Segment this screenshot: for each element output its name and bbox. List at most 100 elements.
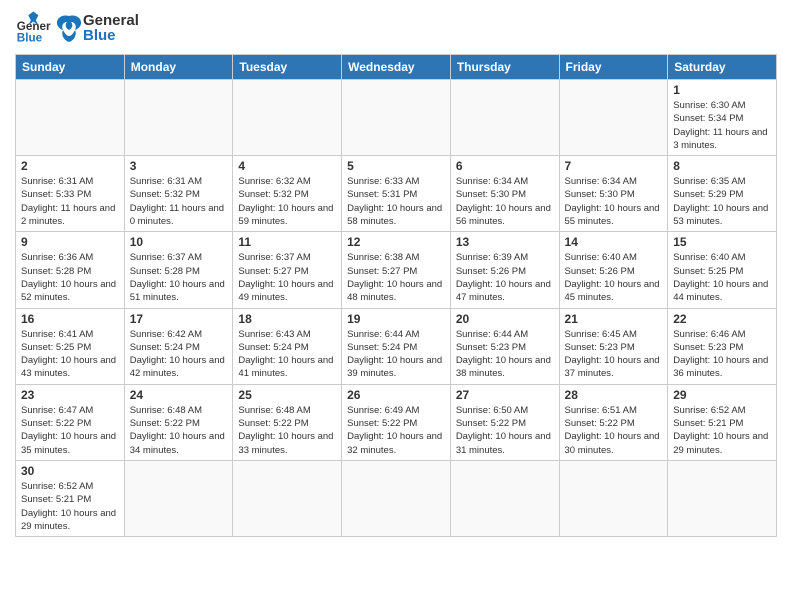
day-number: 29 <box>673 388 771 402</box>
calendar-cell <box>233 80 342 156</box>
day-info: Sunrise: 6:38 AM Sunset: 5:27 PM Dayligh… <box>347 251 445 304</box>
calendar-cell <box>668 460 777 536</box>
day-number: 11 <box>238 235 336 249</box>
calendar-cell: 17 Sunrise: 6:42 AM Sunset: 5:24 PM Dayli… <box>124 308 233 384</box>
day-info: Sunrise: 6:37 AM Sunset: 5:28 PM Dayligh… <box>130 251 228 304</box>
day-number: 23 <box>21 388 119 402</box>
svg-text:Blue: Blue <box>17 32 43 45</box>
calendar-cell <box>450 80 559 156</box>
calendar-cell: 8 Sunrise: 6:35 AM Sunset: 5:29 PM Daylig… <box>668 156 777 232</box>
weekday-header-sunday: Sunday <box>16 55 125 80</box>
day-number: 22 <box>673 312 771 326</box>
calendar-cell <box>559 460 668 536</box>
calendar-cell: 15 Sunrise: 6:40 AM Sunset: 5:25 PM Dayli… <box>668 232 777 308</box>
calendar-cell: 6 Sunrise: 6:34 AM Sunset: 5:30 PM Daylig… <box>450 156 559 232</box>
calendar-cell <box>342 460 451 536</box>
day-info: Sunrise: 6:52 AM Sunset: 5:21 PM Dayligh… <box>673 404 771 457</box>
calendar-cell: 30Sunrise: 6:52 AM Sunset: 5:21 PM Dayli… <box>16 460 125 536</box>
weekday-header-friday: Friday <box>559 55 668 80</box>
day-info: Sunrise: 6:49 AM Sunset: 5:22 PM Dayligh… <box>347 404 445 457</box>
weekday-header-row: SundayMondayTuesdayWednesdayThursdayFrid… <box>16 55 777 80</box>
calendar-cell: 19Sunrise: 6:44 AM Sunset: 5:24 PM Dayli… <box>342 308 451 384</box>
calendar-cell: 24 Sunrise: 6:48 AM Sunset: 5:22 PM Dayli… <box>124 384 233 460</box>
day-info: Sunrise: 6:34 AM Sunset: 5:30 PM Dayligh… <box>456 175 554 228</box>
calendar-cell: 29 Sunrise: 6:52 AM Sunset: 5:21 PM Dayli… <box>668 384 777 460</box>
day-info: Sunrise: 6:48 AM Sunset: 5:22 PM Dayligh… <box>238 404 336 457</box>
calendar-week-row: 16 Sunrise: 6:41 AM Sunset: 5:25 PM Dayli… <box>16 308 777 384</box>
calendar-week-row: 9Sunrise: 6:36 AM Sunset: 5:28 PM Daylig… <box>16 232 777 308</box>
logo-bird-icon <box>55 12 83 44</box>
day-info: Sunrise: 6:51 AM Sunset: 5:22 PM Dayligh… <box>565 404 663 457</box>
calendar-cell: 26Sunrise: 6:49 AM Sunset: 5:22 PM Dayli… <box>342 384 451 460</box>
day-info: Sunrise: 6:35 AM Sunset: 5:29 PM Dayligh… <box>673 175 771 228</box>
day-number: 30 <box>21 464 119 478</box>
calendar-cell <box>450 460 559 536</box>
day-info: Sunrise: 6:41 AM Sunset: 5:25 PM Dayligh… <box>21 328 119 381</box>
weekday-header-saturday: Saturday <box>668 55 777 80</box>
weekday-header-thursday: Thursday <box>450 55 559 80</box>
day-info: Sunrise: 6:44 AM Sunset: 5:23 PM Dayligh… <box>456 328 554 381</box>
calendar-cell <box>124 460 233 536</box>
logo: General Blue General Blue <box>15 10 139 46</box>
calendar-cell: 14Sunrise: 6:40 AM Sunset: 5:26 PM Dayli… <box>559 232 668 308</box>
day-number: 12 <box>347 235 445 249</box>
calendar-cell: 1 Sunrise: 6:30 AM Sunset: 5:34 PM Daylig… <box>668 80 777 156</box>
day-number: 2 <box>21 159 119 173</box>
day-number: 17 <box>130 312 228 326</box>
day-info: Sunrise: 6:46 AM Sunset: 5:23 PM Dayligh… <box>673 328 771 381</box>
day-number: 16 <box>21 312 119 326</box>
calendar-cell: 13 Sunrise: 6:39 AM Sunset: 5:26 PM Dayli… <box>450 232 559 308</box>
day-info: Sunrise: 6:42 AM Sunset: 5:24 PM Dayligh… <box>130 328 228 381</box>
day-info: Sunrise: 6:50 AM Sunset: 5:22 PM Dayligh… <box>456 404 554 457</box>
calendar-cell: 18Sunrise: 6:43 AM Sunset: 5:24 PM Dayli… <box>233 308 342 384</box>
calendar-cell: 10 Sunrise: 6:37 AM Sunset: 5:28 PM Dayli… <box>124 232 233 308</box>
calendar-cell: 7 Sunrise: 6:34 AM Sunset: 5:30 PM Daylig… <box>559 156 668 232</box>
weekday-header-monday: Monday <box>124 55 233 80</box>
day-info: Sunrise: 6:40 AM Sunset: 5:25 PM Dayligh… <box>673 251 771 304</box>
day-number: 8 <box>673 159 771 173</box>
calendar-cell: 4Sunrise: 6:32 AM Sunset: 5:32 PM Daylig… <box>233 156 342 232</box>
day-number: 25 <box>238 388 336 402</box>
day-number: 27 <box>456 388 554 402</box>
weekday-header-wednesday: Wednesday <box>342 55 451 80</box>
calendar-cell: 20 Sunrise: 6:44 AM Sunset: 5:23 PM Dayli… <box>450 308 559 384</box>
calendar-cell: 3Sunrise: 6:31 AM Sunset: 5:32 PM Daylig… <box>124 156 233 232</box>
day-number: 10 <box>130 235 228 249</box>
day-number: 5 <box>347 159 445 173</box>
calendar-cell: 28 Sunrise: 6:51 AM Sunset: 5:22 PM Dayli… <box>559 384 668 460</box>
calendar-cell: 27 Sunrise: 6:50 AM Sunset: 5:22 PM Dayli… <box>450 384 559 460</box>
calendar-cell <box>16 80 125 156</box>
day-number: 1 <box>673 83 771 97</box>
calendar-cell: 21Sunrise: 6:45 AM Sunset: 5:23 PM Dayli… <box>559 308 668 384</box>
day-number: 6 <box>456 159 554 173</box>
calendar-cell <box>124 80 233 156</box>
day-info: Sunrise: 6:37 AM Sunset: 5:27 PM Dayligh… <box>238 251 336 304</box>
calendar-cell <box>233 460 342 536</box>
calendar-cell <box>559 80 668 156</box>
day-info: Sunrise: 6:40 AM Sunset: 5:26 PM Dayligh… <box>565 251 663 304</box>
weekday-header-tuesday: Tuesday <box>233 55 342 80</box>
calendar-week-row: 2 Sunrise: 6:31 AM Sunset: 5:33 PM Daylig… <box>16 156 777 232</box>
day-number: 24 <box>130 388 228 402</box>
day-number: 21 <box>565 312 663 326</box>
day-number: 28 <box>565 388 663 402</box>
day-number: 19 <box>347 312 445 326</box>
day-number: 20 <box>456 312 554 326</box>
day-info: Sunrise: 6:34 AM Sunset: 5:30 PM Dayligh… <box>565 175 663 228</box>
day-info: Sunrise: 6:39 AM Sunset: 5:26 PM Dayligh… <box>456 251 554 304</box>
day-info: Sunrise: 6:33 AM Sunset: 5:31 PM Dayligh… <box>347 175 445 228</box>
day-number: 3 <box>130 159 228 173</box>
day-info: Sunrise: 6:36 AM Sunset: 5:28 PM Dayligh… <box>21 251 119 304</box>
day-number: 13 <box>456 235 554 249</box>
calendar-week-row: 1 Sunrise: 6:30 AM Sunset: 5:34 PM Daylig… <box>16 80 777 156</box>
calendar-cell: 23Sunrise: 6:47 AM Sunset: 5:22 PM Dayli… <box>16 384 125 460</box>
day-number: 15 <box>673 235 771 249</box>
day-info: Sunrise: 6:48 AM Sunset: 5:22 PM Dayligh… <box>130 404 228 457</box>
day-number: 18 <box>238 312 336 326</box>
calendar-cell: 2 Sunrise: 6:31 AM Sunset: 5:33 PM Daylig… <box>16 156 125 232</box>
calendar-cell <box>342 80 451 156</box>
day-info: Sunrise: 6:30 AM Sunset: 5:34 PM Dayligh… <box>673 99 771 152</box>
day-info: Sunrise: 6:31 AM Sunset: 5:33 PM Dayligh… <box>21 175 119 228</box>
calendar-week-row: 30Sunrise: 6:52 AM Sunset: 5:21 PM Dayli… <box>16 460 777 536</box>
day-number: 7 <box>565 159 663 173</box>
